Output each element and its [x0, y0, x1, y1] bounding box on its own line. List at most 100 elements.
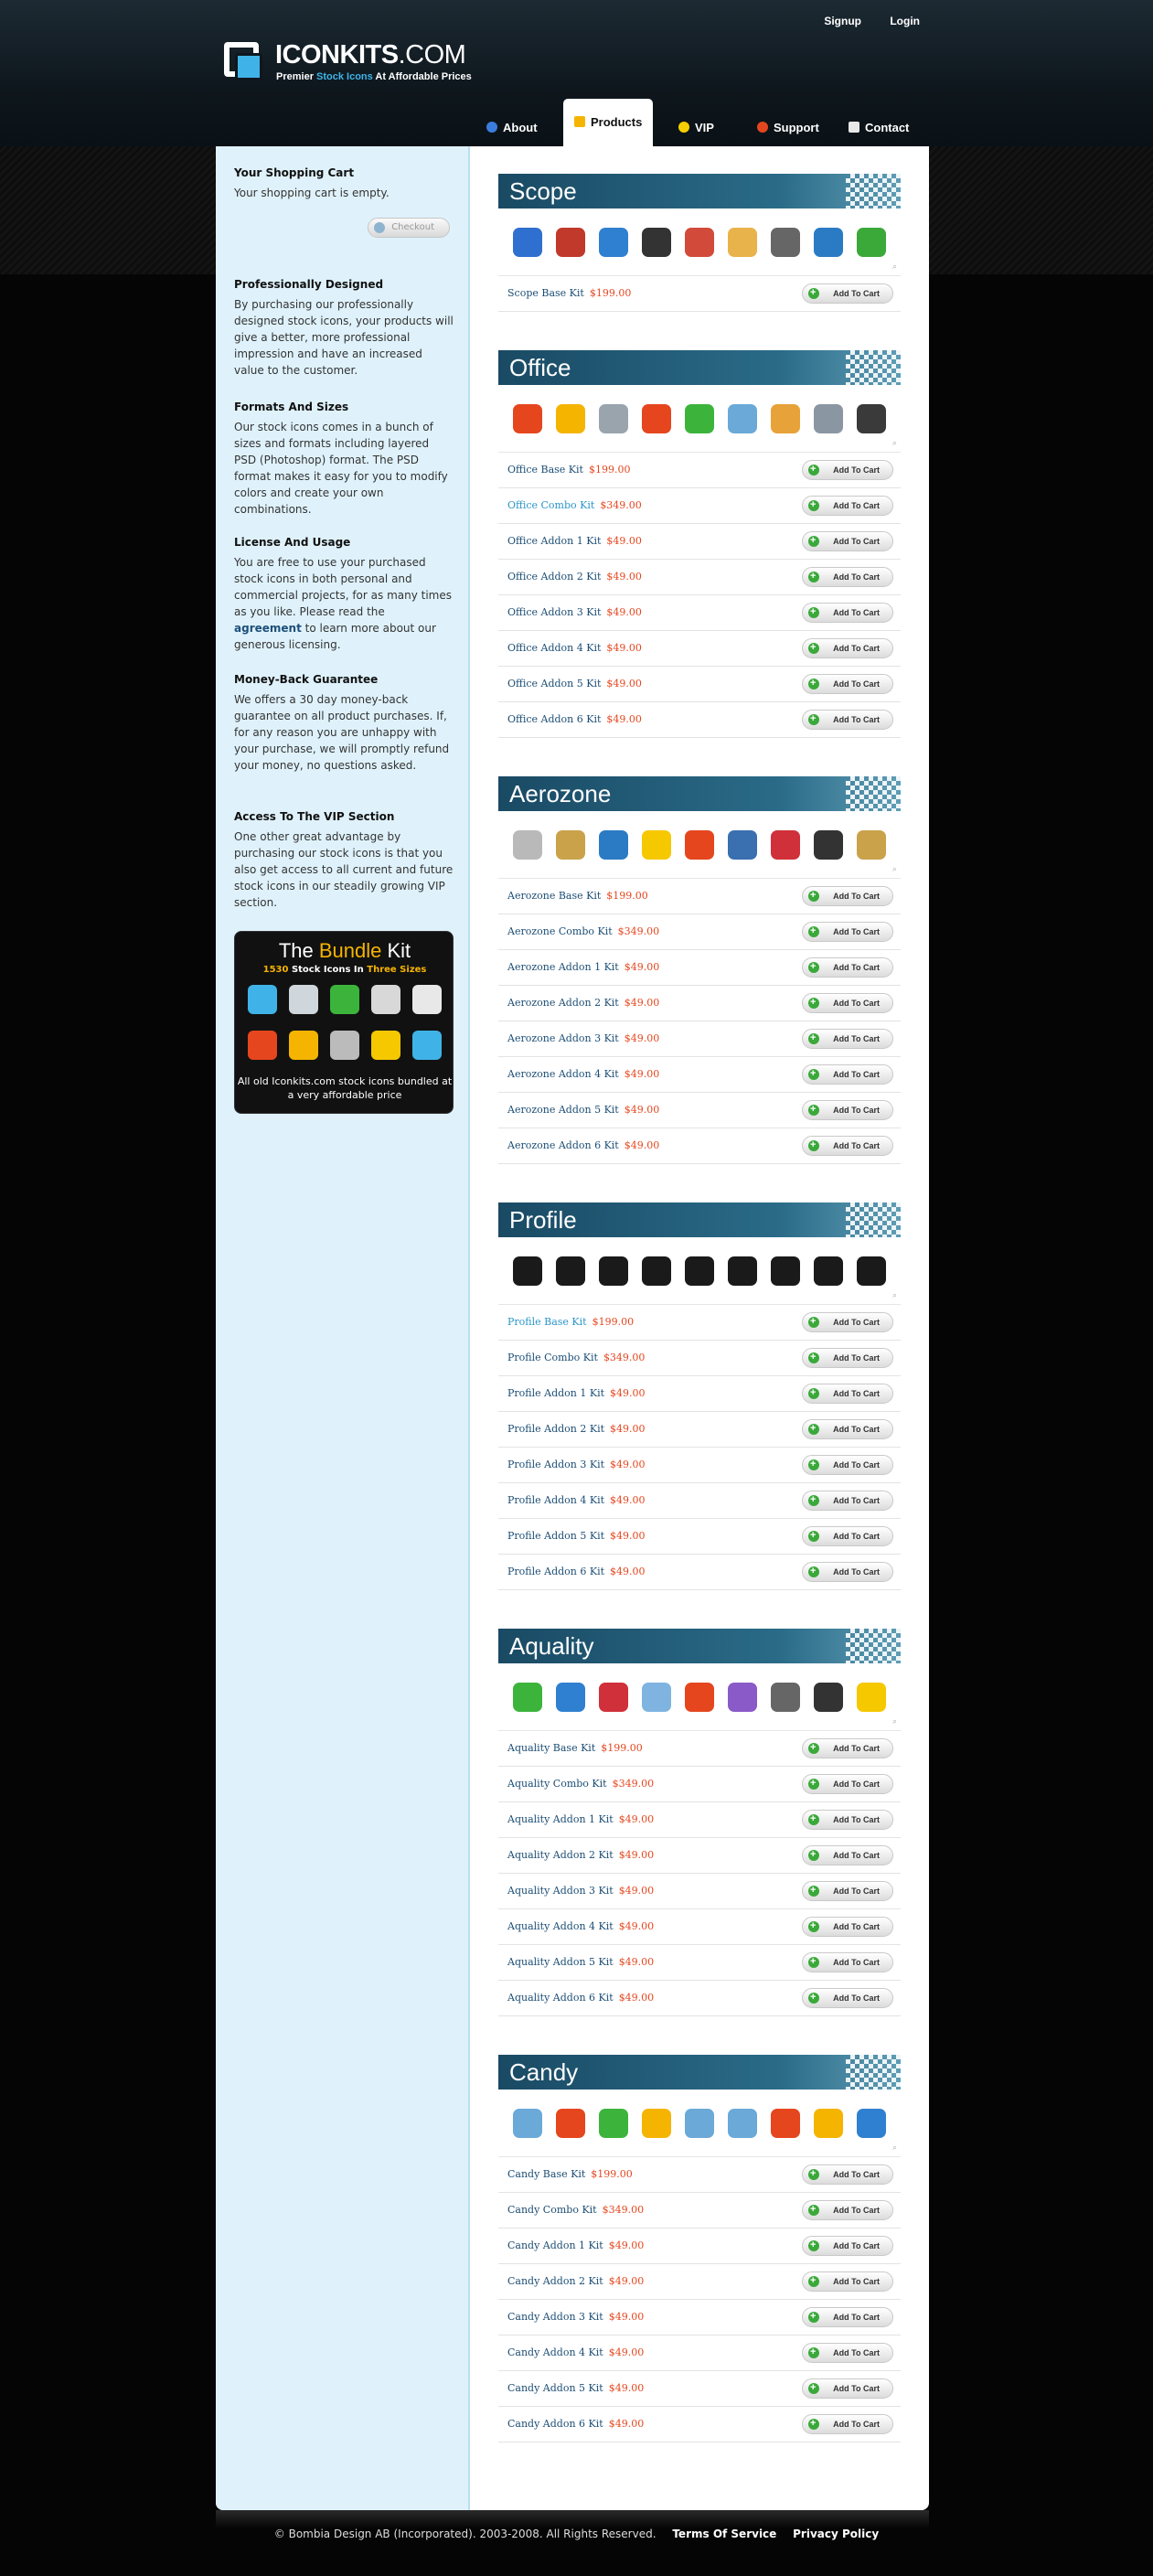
- add-to-cart-button[interactable]: Add To Cart: [802, 674, 893, 694]
- add-to-cart-button[interactable]: Add To Cart: [802, 2200, 893, 2220]
- kit-name-link[interactable]: Aquality Combo Kit $349.00: [507, 1778, 654, 1790]
- checkout-button[interactable]: Checkout: [368, 218, 450, 238]
- add-to-cart-button[interactable]: Add To Cart: [802, 1029, 893, 1049]
- site-logo[interactable]: ICONKITS.COM Premier Stock Icons At Affo…: [224, 40, 608, 91]
- add-to-cart-button[interactable]: Add To Cart: [802, 1384, 893, 1404]
- zoom-icon[interactable]: ⌕: [892, 865, 897, 874]
- add-to-cart-button[interactable]: Add To Cart: [802, 2164, 893, 2185]
- kit-name-link[interactable]: Profile Addon 5 Kit $49.00: [507, 1530, 646, 1542]
- kit-name-link[interactable]: Aquality Addon 2 Kit $49.00: [507, 1849, 654, 1861]
- add-to-cart-button[interactable]: Add To Cart: [802, 2343, 893, 2363]
- privacy-link[interactable]: Privacy Policy: [793, 2528, 879, 2540]
- add-to-cart-button[interactable]: Add To Cart: [802, 2414, 893, 2434]
- kit-name-link[interactable]: Profile Addon 1 Kit $49.00: [507, 1387, 646, 1399]
- add-to-cart-button[interactable]: Add To Cart: [802, 603, 893, 623]
- kit-name-link[interactable]: Candy Addon 1 Kit $49.00: [507, 2239, 644, 2251]
- kit-name-link[interactable]: Office Base Kit $199.00: [507, 464, 630, 476]
- add-to-cart-button[interactable]: Add To Cart: [802, 1100, 893, 1120]
- terms-link[interactable]: Terms Of Service: [672, 2528, 776, 2540]
- kit-name-link[interactable]: Office Addon 5 Kit $49.00: [507, 678, 642, 689]
- add-to-cart-button[interactable]: Add To Cart: [802, 1881, 893, 1901]
- add-to-cart-button[interactable]: Add To Cart: [802, 1917, 893, 1937]
- add-to-cart-button[interactable]: Add To Cart: [802, 638, 893, 658]
- add-to-cart-button[interactable]: Add To Cart: [802, 2307, 893, 2327]
- zoom-icon[interactable]: ⌕: [892, 1291, 897, 1300]
- add-to-cart-button[interactable]: Add To Cart: [802, 1455, 893, 1475]
- add-to-cart-button[interactable]: Add To Cart: [802, 993, 893, 1013]
- kit-name-link[interactable]: Candy Addon 5 Kit $49.00: [507, 2382, 644, 2394]
- kit-name-link[interactable]: Candy Addon 3 Kit $49.00: [507, 2311, 644, 2323]
- kit-name-link[interactable]: Candy Combo Kit $349.00: [507, 2204, 644, 2216]
- nav-support[interactable]: Support: [757, 110, 819, 146]
- kit-name-link[interactable]: Aquality Addon 3 Kit $49.00: [507, 1885, 654, 1897]
- kit-name-link[interactable]: Office Addon 1 Kit $49.00: [507, 535, 642, 547]
- add-to-cart-button[interactable]: Add To Cart: [802, 1419, 893, 1439]
- login-link[interactable]: Login: [890, 15, 920, 27]
- add-to-cart-button[interactable]: Add To Cart: [802, 1064, 893, 1085]
- kit-name-link[interactable]: Profile Addon 6 Kit $49.00: [507, 1566, 646, 1577]
- add-to-cart-button[interactable]: Add To Cart: [802, 1312, 893, 1332]
- add-to-cart-button[interactable]: Add To Cart: [802, 1810, 893, 1830]
- zoom-icon[interactable]: ⌕: [892, 1717, 897, 1726]
- agreement-link[interactable]: agreement: [234, 622, 302, 635]
- nav-products[interactable]: Products: [563, 99, 654, 146]
- kit-name-link[interactable]: Aerozone Addon 6 Kit $49.00: [507, 1139, 659, 1151]
- nav-contact[interactable]: Contact: [849, 110, 909, 146]
- add-to-cart-button[interactable]: Add To Cart: [802, 1348, 893, 1368]
- add-to-cart-button[interactable]: Add To Cart: [802, 496, 893, 516]
- add-to-cart-button[interactable]: Add To Cart: [802, 2378, 893, 2399]
- kit-name-link[interactable]: Aquality Addon 5 Kit $49.00: [507, 1956, 654, 1968]
- add-to-cart-button[interactable]: Add To Cart: [802, 1988, 893, 2008]
- kit-name-link[interactable]: Aerozone Combo Kit $349.00: [507, 925, 659, 937]
- nav-vip[interactable]: VIP: [678, 110, 714, 146]
- nav-about[interactable]: About: [486, 110, 538, 146]
- add-to-cart-button[interactable]: Add To Cart: [802, 1952, 893, 1972]
- kit-name-link[interactable]: Scope Base Kit $199.00: [507, 287, 631, 299]
- add-to-cart-button[interactable]: Add To Cart: [802, 886, 893, 906]
- kit-name-link[interactable]: Aquality Addon 1 Kit $49.00: [507, 1813, 654, 1825]
- zoom-icon[interactable]: ⌕: [892, 262, 897, 272]
- bundle-kit-banner[interactable]: The Bundle Kit 1530 Stock Icons In Three…: [234, 931, 454, 1114]
- zoom-icon[interactable]: ⌕: [892, 2143, 897, 2153]
- kit-name-link[interactable]: Aerozone Addon 1 Kit $49.00: [507, 961, 659, 973]
- add-to-cart-button[interactable]: Add To Cart: [802, 2271, 893, 2292]
- kit-name-link[interactable]: Office Addon 4 Kit $49.00: [507, 642, 642, 654]
- kit-name-link[interactable]: Aquality Addon 6 Kit $49.00: [507, 1992, 654, 2004]
- kit-name-link[interactable]: Candy Addon 6 Kit $49.00: [507, 2418, 644, 2430]
- kit-name-link[interactable]: Profile Addon 4 Kit $49.00: [507, 1494, 646, 1506]
- kit-name-link[interactable]: Aerozone Addon 2 Kit $49.00: [507, 997, 659, 1009]
- add-to-cart-button[interactable]: Add To Cart: [802, 922, 893, 942]
- kit-name-link[interactable]: Aerozone Addon 4 Kit $49.00: [507, 1068, 659, 1080]
- add-to-cart-button[interactable]: Add To Cart: [802, 1526, 893, 1546]
- add-to-cart-button[interactable]: Add To Cart: [802, 1774, 893, 1794]
- kit-name-link[interactable]: Aerozone Base Kit $199.00: [507, 890, 648, 902]
- kit-name-link[interactable]: Aerozone Addon 3 Kit $49.00: [507, 1032, 659, 1044]
- kit-name-link[interactable]: Office Addon 6 Kit $49.00: [507, 713, 642, 725]
- kit-name-link[interactable]: Office Addon 3 Kit $49.00: [507, 606, 642, 618]
- kit-name-link[interactable]: Office Combo Kit $349.00: [507, 499, 642, 511]
- add-to-cart-button[interactable]: Add To Cart: [802, 460, 893, 480]
- kit-name-link[interactable]: Aquality Base Kit $199.00: [507, 1742, 643, 1754]
- kit-name-link[interactable]: Aerozone Addon 5 Kit $49.00: [507, 1104, 659, 1116]
- add-to-cart-button[interactable]: Add To Cart: [802, 1491, 893, 1511]
- add-to-cart-button[interactable]: Add To Cart: [802, 567, 893, 587]
- kit-name-link[interactable]: Profile Addon 2 Kit $49.00: [507, 1423, 646, 1435]
- kit-name-link[interactable]: Profile Combo Kit $349.00: [507, 1352, 645, 1363]
- kit-name-link[interactable]: Profile Base Kit $199.00: [507, 1316, 634, 1328]
- kit-name-link[interactable]: Aquality Addon 4 Kit $49.00: [507, 1920, 654, 1932]
- add-to-cart-button[interactable]: Add To Cart: [802, 710, 893, 730]
- kit-name-link[interactable]: Candy Addon 2 Kit $49.00: [507, 2275, 644, 2287]
- kit-name-link[interactable]: Candy Base Kit $199.00: [507, 2168, 633, 2180]
- add-to-cart-button[interactable]: Add To Cart: [802, 1738, 893, 1758]
- kit-name-link[interactable]: Profile Addon 3 Kit $49.00: [507, 1459, 646, 1470]
- add-to-cart-button[interactable]: Add To Cart: [802, 1562, 893, 1582]
- signup-link[interactable]: Signup: [824, 15, 861, 27]
- kit-name-link[interactable]: Office Addon 2 Kit $49.00: [507, 571, 642, 583]
- kit-name-link[interactable]: Candy Addon 4 Kit $49.00: [507, 2346, 644, 2358]
- add-to-cart-button[interactable]: Add To Cart: [802, 1845, 893, 1865]
- add-to-cart-button[interactable]: Add To Cart: [802, 2236, 893, 2256]
- add-to-cart-button[interactable]: Add To Cart: [802, 531, 893, 551]
- zoom-icon[interactable]: ⌕: [892, 439, 897, 448]
- add-to-cart-button[interactable]: Add To Cart: [802, 1136, 893, 1156]
- add-to-cart-button[interactable]: Add To Cart: [802, 957, 893, 978]
